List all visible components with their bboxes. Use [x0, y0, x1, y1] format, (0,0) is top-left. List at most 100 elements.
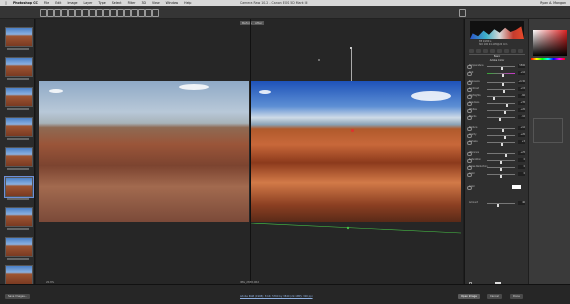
slider-color[interactable]: Color 0 [467, 172, 525, 179]
slider-track[interactable] [487, 135, 515, 140]
color-swatch[interactable] [512, 185, 521, 189]
straighten-tool-icon[interactable] [82, 9, 89, 17]
save-images-button[interactable]: Save Images... [5, 294, 31, 299]
slider-value[interactable]: +20 [518, 133, 525, 137]
slider-clarity[interactable]: Clarity +20 [467, 133, 525, 140]
tab-effects-icon[interactable] [511, 49, 516, 53]
slider-highlights[interactable]: Highlights -60 [467, 94, 525, 101]
slider-track[interactable] [487, 73, 515, 78]
before-image[interactable] [39, 81, 249, 222]
open-image-button[interactable]: Open Image [458, 294, 480, 299]
slider-value[interactable]: 5500 [518, 64, 525, 68]
slider-amount[interactable]: Amount 40 [469, 201, 525, 208]
slider-track[interactable] [487, 103, 515, 108]
slider-tint[interactable]: Tint +10 [467, 71, 525, 78]
slider-dehaze[interactable]: Dehaze +5 [467, 140, 525, 147]
slider-track[interactable] [487, 160, 515, 165]
slider-track[interactable] [487, 82, 515, 87]
slider-value[interactable]: +20 [518, 108, 525, 112]
slider-texture[interactable]: Texture +10 [467, 126, 525, 133]
slider-saturation[interactable]: Saturation 0 [467, 158, 525, 165]
filmstrip-thumb[interactable] [5, 57, 33, 77]
radial-filter-icon[interactable] [124, 9, 131, 17]
transform-tool-icon[interactable] [89, 9, 96, 17]
filmstrip-thumb[interactable] [5, 27, 33, 47]
after-image[interactable] [251, 81, 461, 222]
slider-value[interactable]: +25 [518, 151, 525, 155]
slider-value[interactable]: 40 [518, 201, 525, 205]
slider-noise-reduction[interactable]: Noise Reduction 0 [467, 165, 525, 172]
tab-curve-icon[interactable] [476, 49, 481, 53]
histogram [470, 21, 524, 39]
slider-contrast[interactable]: Contrast +15 [467, 87, 525, 94]
slider-track[interactable] [487, 203, 515, 208]
slider-label: Clarity [469, 133, 477, 136]
cancel-button[interactable]: Cancel [487, 294, 502, 299]
color-sampler-icon[interactable] [61, 9, 68, 17]
slider-track[interactable] [487, 110, 515, 115]
slider-track[interactable] [487, 167, 515, 172]
slider-value[interactable]: +5 [518, 140, 525, 144]
slider-track[interactable] [487, 128, 515, 133]
filmstrip-thumb[interactable] [5, 147, 33, 167]
color-picker[interactable] [533, 30, 567, 56]
crop-tool-icon[interactable] [75, 9, 82, 17]
workflow-options-link[interactable]: Adobe RGB (1998); 8 bit; 5760 by 3840 (2… [240, 295, 313, 298]
filmstrip-thumb[interactable] [5, 265, 33, 285]
done-button[interactable]: Done [510, 294, 523, 299]
tab-lens-icon[interactable] [504, 49, 509, 53]
slider-whites[interactable]: Whites +20 [467, 108, 525, 115]
color-swatch-row[interactable]: Color [467, 185, 525, 190]
filmstrip-thumb[interactable] [5, 207, 33, 227]
tab-calibration-icon[interactable] [518, 49, 523, 53]
trash-icon[interactable] [152, 9, 159, 17]
graduated-filter-line[interactable] [251, 223, 461, 245]
slider-value[interactable]: +35 [518, 101, 525, 105]
slider-track[interactable] [487, 174, 515, 179]
slider-shadows[interactable]: Shadows +35 [467, 101, 525, 108]
slider-value[interactable]: +15 [518, 87, 525, 91]
adjustment-brush-icon[interactable] [110, 9, 117, 17]
rotate-left-icon[interactable] [138, 9, 145, 17]
white-balance-tool-icon[interactable] [54, 9, 61, 17]
tab-hsl-icon[interactable] [490, 49, 495, 53]
slider-value[interactable]: -60 [518, 94, 525, 98]
preview-canvas[interactable]: Before After IMG_2838.CR2 20.8% [36, 19, 463, 284]
profile-select[interactable]: Adobe Color [465, 59, 529, 62]
filmstrip-thumb[interactable] [5, 117, 33, 137]
slider-vibrance[interactable]: Vibrance +25 [467, 151, 525, 158]
slider-track[interactable] [487, 96, 515, 101]
preferences-icon[interactable] [131, 9, 138, 17]
slider-track[interactable] [487, 142, 515, 147]
filmstrip-thumb-selected[interactable] [4, 176, 34, 198]
tab-basic-icon[interactable] [469, 49, 474, 53]
slider-value[interactable]: +10 [518, 71, 525, 75]
slider-value[interactable]: -10 [518, 115, 525, 119]
pin-marker[interactable] [351, 129, 354, 132]
slider-track[interactable] [487, 117, 515, 122]
fullscreen-icon[interactable] [459, 9, 466, 17]
rotate-right-icon[interactable] [145, 9, 152, 17]
slider-value[interactable]: 0 [518, 158, 525, 162]
slider-value[interactable]: +10 [518, 126, 525, 130]
target-adjust-icon[interactable] [68, 9, 75, 17]
slider-value[interactable]: 0 [518, 172, 525, 176]
red-eye-icon[interactable] [103, 9, 110, 17]
zoom-tool-icon[interactable] [40, 9, 47, 17]
slider-value[interactable]: +0.30 [518, 80, 525, 84]
filmstrip-thumb[interactable] [5, 87, 33, 107]
slider-track[interactable] [487, 89, 515, 94]
hue-slider[interactable] [531, 58, 565, 60]
tab-split-icon[interactable] [497, 49, 502, 53]
slider-track[interactable] [487, 153, 515, 158]
slider-temperature[interactable]: Temperature 5500 [467, 64, 525, 71]
slider-blacks[interactable]: Blacks -10 [467, 115, 525, 122]
slider-track[interactable] [487, 66, 515, 71]
spot-removal-icon[interactable] [96, 9, 103, 17]
slider-exposure[interactable]: Exposure +0.30 [467, 80, 525, 87]
filmstrip-thumb[interactable] [5, 237, 33, 257]
hand-tool-icon[interactable] [47, 9, 54, 17]
slider-value[interactable]: 0 [518, 165, 525, 169]
tab-detail-icon[interactable] [483, 49, 488, 53]
graduated-filter-icon[interactable] [117, 9, 124, 17]
